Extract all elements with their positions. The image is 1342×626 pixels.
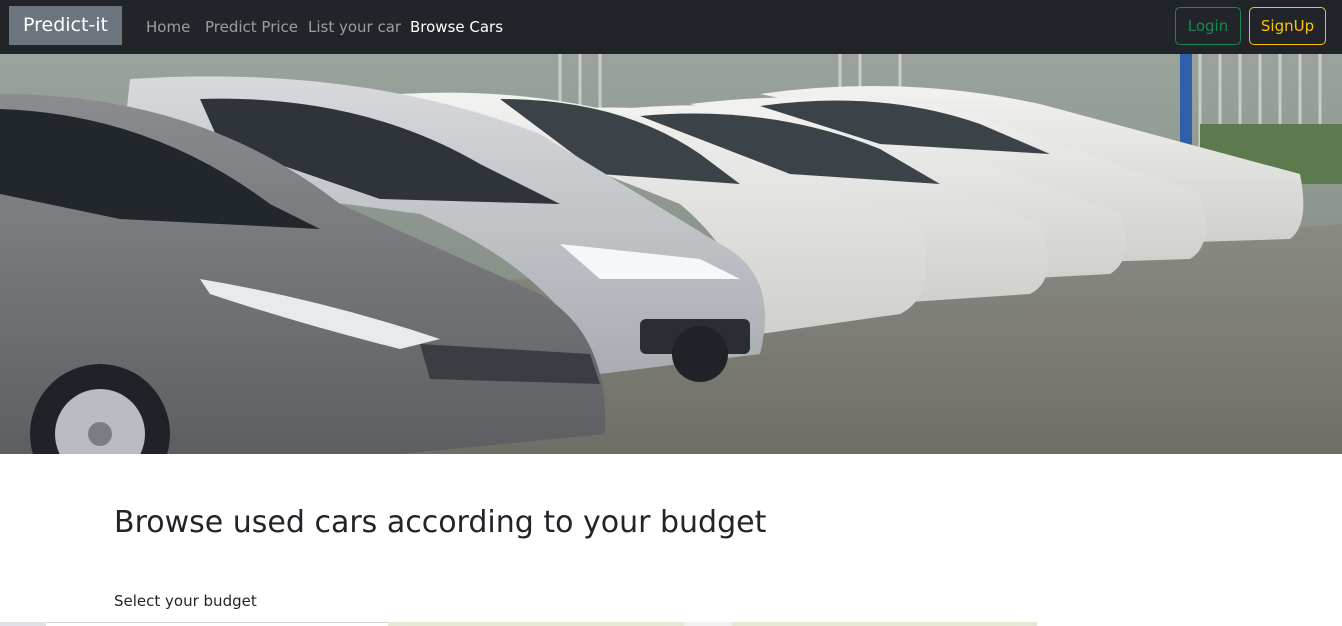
nav-link-predict-price[interactable]: Predict Price <box>205 17 298 37</box>
budget-selector[interactable] <box>0 622 1037 626</box>
signup-button[interactable]: SignUp <box>1249 7 1326 45</box>
brand-logo[interactable]: Predict-it <box>9 6 122 45</box>
budget-label: Select your budget <box>114 592 257 610</box>
nav-link-home[interactable]: Home <box>146 17 190 37</box>
nav-link-list-your-car[interactable]: List your car <box>308 17 401 37</box>
hero-image <box>0 54 1342 454</box>
nav-link-browse-cars[interactable]: Browse Cars <box>410 17 503 37</box>
page-title: Browse used cars according to your budge… <box>114 505 767 540</box>
navbar: Predict-it Home Predict Price List your … <box>0 0 1342 54</box>
login-button[interactable]: Login <box>1175 7 1241 45</box>
